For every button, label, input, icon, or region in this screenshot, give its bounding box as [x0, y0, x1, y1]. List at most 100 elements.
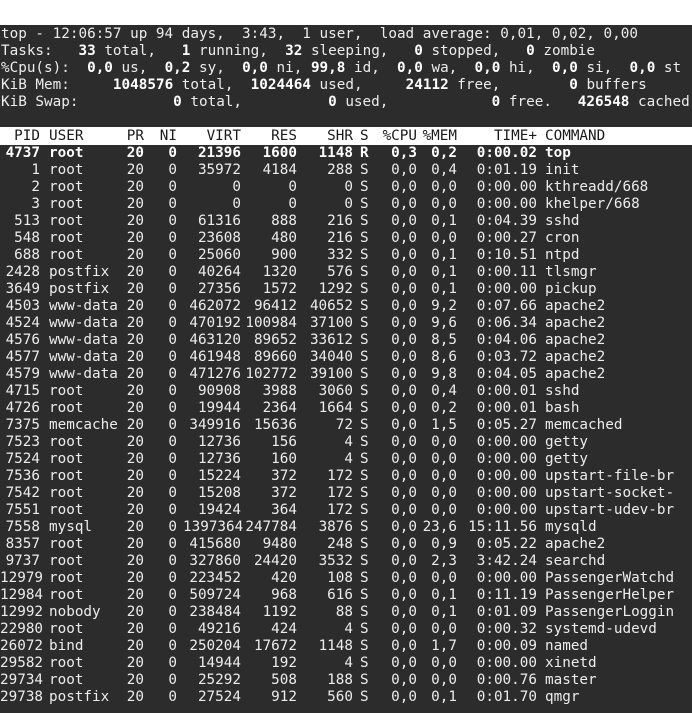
pid-cell: 7524 — [5, 451, 40, 467]
priority-cell: 20 — [126, 570, 144, 586]
process-row[interactable]: 12979 root 20 0 223452 420 108 S 0,0 0,0 0:00.00 Pa… — [0, 570, 692, 587]
process-row[interactable]: 7523 root 20 0 12736 156 4 S 0,0 0,0 0:00.00 getty — [0, 434, 692, 451]
state-cell: S — [360, 570, 369, 586]
tasks-stopped-label: stopped, — [431, 43, 501, 59]
virt-cell: 470192 — [189, 315, 241, 331]
cpu-cell: 0,0 — [391, 349, 417, 365]
user-cell: root — [49, 400, 84, 416]
priority-cell: 20 — [126, 315, 144, 331]
swap-total-label: total, — [190, 94, 243, 110]
pid-cell: 3 — [31, 196, 40, 212]
process-row[interactable]: 22980 root 20 0 49216 424 4 S 0,0 0,0 0:00.32 syste… — [0, 621, 692, 638]
process-row[interactable]: 7375 memcache 20 0 349916 15636 72 S 0,0 1,5 0:05.… — [0, 417, 692, 434]
nice-cell: 0 — [168, 315, 177, 331]
user-cell: root — [49, 485, 84, 501]
process-row[interactable]: 9737 root 20 0 327860 24420 3532 S 0,0 2,3 3:42.24… — [0, 553, 692, 570]
process-row[interactable]: 3 root 20 0 0 0 0 S 0,0 0,0 0:00.00 khelper/668 — [0, 196, 692, 213]
command-cell: systemd-udevd — [545, 621, 657, 637]
command-cell: xinetd — [545, 655, 597, 671]
cpu-cell: 0,0 — [391, 196, 417, 212]
cpu-cell: 0,0 — [391, 213, 417, 229]
process-row[interactable]: 7542 root 20 0 15208 372 172 S 0,0 0,0 0:00.00 upst… — [0, 485, 692, 502]
user-cell: root — [49, 230, 84, 246]
cpu-cell: 0,0 — [391, 570, 417, 586]
screen: top - 12:06:57 up 94 days, 3:43, 1 user,… — [0, 0, 692, 713]
priority-cell: 20 — [126, 519, 144, 535]
res-cell: 1192 — [262, 604, 297, 620]
pid-cell: 7542 — [5, 485, 40, 501]
process-row[interactable]: 4503 www-data 20 0 462072 96412 40652 S 0,0 9,2 0:… — [0, 298, 692, 315]
cpu-cell: 0,0 — [391, 587, 417, 603]
state-cell: S — [360, 281, 369, 297]
process-row[interactable]: 4715 root 20 0 90908 3988 3060 S 0,0 0,4 0:00.01 ss… — [0, 383, 692, 400]
time-cell: 0:01.70 — [476, 689, 537, 705]
process-row[interactable]: 688 root 20 0 25060 900 332 S 0,0 0,1 0:10.51 ntpd — [0, 247, 692, 264]
process-row[interactable]: 4726 root 20 0 19944 2364 1664 S 0,0 0,2 0:00.01 ba… — [0, 400, 692, 417]
user-cell: mysql — [49, 519, 93, 535]
process-row[interactable]: 4737 root 20 0 21396 1600 1148 R 0,3 0,2 0:00.02 to… — [0, 145, 692, 162]
process-row[interactable]: 4576 www-data 20 0 463120 89652 33612 S 0,0 8,5 0:… — [0, 332, 692, 349]
tasks-sleeping: 32 — [285, 43, 303, 59]
state-cell: S — [360, 655, 369, 671]
process-row[interactable]: 29734 root 20 0 25292 508 188 S 0,0 0,0 0:00.76 mas… — [0, 672, 692, 689]
nice-cell: 0 — [168, 349, 177, 365]
process-row[interactable]: 26072 bind 20 0 250204 17672 1148 S 0,0 1,7 0:00.0… — [0, 638, 692, 655]
time-cell: 0:00.01 — [476, 383, 537, 399]
process-row[interactable]: 2 root 20 0 0 0 0 S 0,0 0,0 0:00.00 kthreadd/668 — [0, 179, 692, 196]
shr-cell: 3876 — [318, 519, 353, 535]
process-row[interactable]: 29738 postfix 20 0 27524 912 560 S 0,0 0,1 0:01.70… — [0, 689, 692, 706]
process-row[interactable]: 7536 root 20 0 15224 372 172 S 0,0 0,0 0:00.00 upst… — [0, 468, 692, 485]
process-row[interactable]: 12992 nobody 20 0 238484 1192 88 S 0,0 0,1 0:01.09… — [0, 604, 692, 621]
process-row[interactable]: 4579 www-data 20 0 471276 102772 39100 S 0,0 9,8 0… — [0, 366, 692, 383]
process-row[interactable]: 548 root 20 0 23608 480 216 S 0,0 0,0 0:00.27 cron — [0, 230, 692, 247]
virt-cell: 23608 — [197, 230, 241, 246]
time-cell: 15:11.56 — [468, 519, 537, 535]
col-header-virt: VIRT — [206, 128, 241, 144]
priority-cell: 20 — [126, 434, 144, 450]
mem-cell: 0,1 — [431, 604, 457, 620]
time-cell: 0:00.00 — [476, 451, 537, 467]
user-cell: www-data — [49, 332, 118, 348]
process-row[interactable]: 7551 root 20 0 19424 364 172 S 0,0 0,0 0:00.00 upst… — [0, 502, 692, 519]
res-cell: 2364 — [262, 400, 297, 416]
command-cell: tlsmgr — [545, 264, 597, 280]
process-row[interactable]: 12984 root 20 0 509724 968 616 S 0,0 0,1 0:11.19 Pa… — [0, 587, 692, 604]
cpu-cell: 0,0 — [391, 162, 417, 178]
command-cell: PassengerHelper — [545, 587, 675, 603]
process-row[interactable]: 29582 root 20 0 14944 192 4 S 0,0 0,0 0:00.00 xinet… — [0, 655, 692, 672]
swap-cached: 426548 — [577, 94, 630, 110]
state-cell: S — [360, 451, 369, 467]
time-cell: 0:00.76 — [476, 672, 537, 688]
process-row[interactable]: 1 root 20 0 35972 4184 288 S 0,0 0,4 0:01.19 init — [0, 162, 692, 179]
process-row[interactable]: 4577 www-data 20 0 461948 89660 34040 S 0,0 8,6 0:… — [0, 349, 692, 366]
command-cell: apache2 — [545, 332, 606, 348]
user-cell: root — [49, 570, 84, 586]
shr-cell: 1148 — [318, 638, 353, 654]
nice-cell: 0 — [168, 162, 177, 178]
terminal-window[interactable]: top - 12:06:57 up 94 days, 3:43, 1 user,… — [0, 25, 692, 713]
shr-cell: 1664 — [318, 400, 353, 416]
state-cell: S — [360, 247, 369, 263]
process-row[interactable]: 4524 www-data 20 0 470192 100984 37100 S 0,0 9,6 0… — [0, 315, 692, 332]
res-cell: 89660 — [253, 349, 297, 365]
state-cell: S — [360, 196, 369, 212]
virt-cell: 40264 — [197, 264, 241, 280]
state-cell: S — [360, 689, 369, 705]
process-row[interactable]: 7558 mysql 20 0 1397364 247784 3876 S 0,0 23,6 15:… — [0, 519, 692, 536]
state-cell: S — [360, 621, 369, 637]
time-cell: 0:00.01 — [476, 400, 537, 416]
res-cell: 968 — [271, 587, 297, 603]
virt-cell: 238484 — [189, 604, 241, 620]
time-cell: 3:42.24 — [476, 553, 537, 569]
process-row[interactable]: 7524 root 20 0 12736 160 4 S 0,0 0,0 0:00.00 getty — [0, 451, 692, 468]
pid-cell: 8357 — [5, 536, 40, 552]
res-cell: 89652 — [253, 332, 297, 348]
process-row[interactable]: 8357 root 20 0 415680 9480 248 S 0,0 0,9 0:05.22 ap… — [0, 536, 692, 553]
priority-cell: 20 — [126, 689, 144, 705]
process-row[interactable]: 3649 postfix 20 0 27356 1572 1292 S 0,0 0,1 0:00.0… — [0, 281, 692, 298]
pid-cell: 513 — [14, 213, 40, 229]
mem-cell: 8,5 — [431, 332, 457, 348]
process-row[interactable]: 2428 postfix 20 0 40264 1320 576 S 0,0 0,1 0:00.11… — [0, 264, 692, 281]
mem-used-label: used, — [319, 77, 363, 93]
process-row[interactable]: 513 root 20 0 61316 888 216 S 0,0 0,1 0:04.39 sshd — [0, 213, 692, 230]
